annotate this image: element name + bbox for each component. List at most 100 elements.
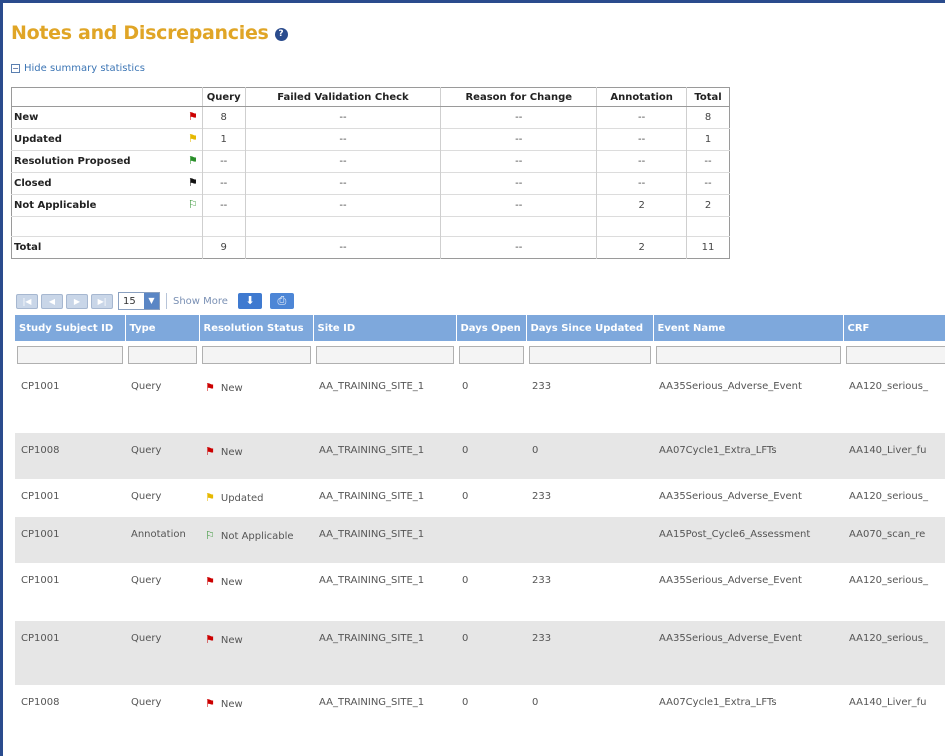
summary-cell: -- (686, 150, 730, 173)
page-content: Notes and Discrepancies ? − Hide summary… (11, 0, 945, 756)
cell-status: New (220, 699, 243, 710)
next-page-button[interactable]: ▶ (66, 293, 88, 309)
filter-subject-id[interactable] (17, 346, 123, 364)
grid-toolbar: |◀ ◀ ▶ ▶| 15 ▼ Show More ⬇ ⎙ (16, 290, 302, 312)
column-header-days-open[interactable]: Days Open (456, 315, 527, 341)
column-header-site-id[interactable]: Site ID (313, 315, 457, 341)
first-page-button[interactable]: |◀ (16, 293, 38, 309)
summary-cell: -- (244, 150, 441, 173)
cell-event-name: AA07Cycle1_Extra_LFTs (659, 697, 777, 708)
filter-days-open[interactable] (458, 346, 524, 364)
outline-flag-icon: ⚐ (187, 198, 198, 211)
column-header-event-name[interactable]: Event Name (653, 315, 844, 341)
summary-cell[interactable]: 2 (596, 236, 687, 259)
column-header-days-since-updated[interactable]: Days Since Updated (526, 315, 654, 341)
page-size-select[interactable]: 15 ▼ (118, 292, 160, 310)
table-row[interactable]: CP1001 Annotation ⚐ Not Applicable AA_TRA… (15, 517, 945, 563)
cell-crf: AA120_serious_ (843, 621, 945, 685)
cell-days-open: 0 (462, 491, 469, 502)
cell-site-id: AA_TRAINING_SITE_1 (319, 697, 425, 708)
summary-cell: -- (244, 236, 441, 259)
filter-days-since-updated[interactable] (528, 346, 651, 364)
table-row[interactable]: CP1001 Query ⚑ New AA_TRAINING_SITE_1 0 2… (15, 563, 945, 621)
cell-subject-id: CP1001 (15, 621, 125, 685)
cell-days-updated: 233 (526, 621, 653, 685)
cell-event-name: AA35Serious_Adverse_Event (659, 491, 802, 502)
summary-row-updated: Updated ⚑ 1 -- -- -- 1 (11, 128, 730, 151)
cell-subject-id: CP1008 (15, 433, 125, 479)
filter-crf[interactable] (845, 346, 945, 364)
column-header-subject-id[interactable]: Study Subject ID (15, 315, 126, 341)
column-header-resolution-status[interactable]: Resolution Status (199, 315, 314, 341)
cell-site-id: AA_TRAINING_SITE_1 (319, 575, 425, 586)
summary-label-not-applicable: Not Applicable (14, 200, 97, 211)
cell-crf: AA140_Liver_fu (849, 697, 927, 708)
summary-cell: -- (244, 106, 441, 129)
outline-flag-icon: ⚐ (205, 529, 215, 542)
cell-days-open: 0 (456, 621, 526, 685)
last-page-button[interactable]: ▶| (91, 293, 113, 309)
cell-event-name: AA35Serious_Adverse_Event (659, 575, 802, 586)
cell-days-open: 0 (456, 433, 526, 479)
summary-cell[interactable]: 2 (596, 194, 687, 217)
table-row[interactable]: CP1001 Query ⚑ Updated AA_TRAINING_SITE_1… (15, 479, 945, 517)
table-row[interactable]: CP1001 Query ⚑ New AA_TRAINING_SITE_1 0 2… (15, 621, 945, 685)
summary-label-updated: Updated (14, 134, 62, 145)
cell-days-updated: 0 (532, 697, 539, 708)
summary-cell[interactable]: 1 (201, 128, 246, 151)
summary-cell: -- (596, 128, 687, 151)
black-flag-icon: ⚑ (187, 176, 198, 189)
table-row[interactable]: CP1008 Query ⚑ New AA_TRAINING_SITE_1 0 0… (15, 433, 945, 479)
filter-event-name[interactable] (655, 346, 841, 364)
show-more-link[interactable]: Show More (173, 296, 228, 307)
summary-cell: -- (596, 106, 687, 129)
cell-type: Query (131, 697, 162, 708)
discrepancy-grid: Study Subject ID Type Resolution Status … (15, 315, 945, 741)
collapse-icon: − (11, 64, 20, 73)
chevron-down-icon: ▼ (144, 293, 159, 309)
cell-type: Query (131, 575, 162, 586)
summary-cell: -- (440, 128, 597, 151)
summary-cell[interactable]: 8 (201, 106, 246, 129)
summary-cell[interactable]: 1 (686, 128, 730, 151)
summary-cell[interactable]: 9 (201, 236, 246, 259)
summary-cell: -- (201, 172, 246, 195)
prev-page-button[interactable]: ◀ (41, 293, 63, 309)
red-flag-icon: ⚑ (205, 575, 215, 588)
cell-days-updated: 233 (532, 381, 552, 392)
grid-header-row: Study Subject ID Type Resolution Status … (15, 315, 945, 341)
table-row[interactable]: CP1008 Query ⚑ New AA_TRAINING_SITE_1 0 0… (15, 685, 945, 741)
summary-row-closed: Closed ⚑ -- -- -- -- -- (11, 172, 730, 195)
summary-cell: -- (686, 172, 730, 195)
download-icon[interactable]: ⬇ (237, 293, 262, 309)
summary-cell: -- (440, 172, 597, 195)
summary-label-resolution-proposed: Resolution Proposed (14, 156, 131, 167)
cell-event-name: AA15Post_Cycle6_Assessment (653, 517, 843, 563)
summary-cell[interactable]: 11 (686, 236, 730, 259)
cell-site-id: AA_TRAINING_SITE_1 (319, 491, 425, 502)
summary-cell: -- (440, 194, 597, 217)
column-header-type[interactable]: Type (125, 315, 200, 341)
hide-summary-toggle[interactable]: − Hide summary statistics (11, 63, 145, 74)
help-icon[interactable]: ? (274, 28, 288, 41)
filter-resolution-status[interactable] (201, 346, 311, 364)
summary-row-not-applicable: Not Applicable ⚐ -- -- -- 2 2 (11, 194, 730, 217)
print-icon[interactable]: ⎙ (269, 293, 294, 309)
window-left-border (0, 0, 3, 756)
summary-cell[interactable]: 8 (686, 106, 730, 129)
summary-header-reason-change: Reason for Change (440, 87, 597, 107)
column-header-crf[interactable]: CRF (843, 315, 945, 341)
filter-site-id[interactable] (315, 346, 454, 364)
page-title: Notes and Discrepancies (11, 22, 269, 44)
toolbar-divider (166, 293, 167, 309)
cell-subject-id: CP1001 (21, 491, 60, 502)
yellow-flag-icon: ⚑ (205, 491, 215, 504)
summary-cell[interactable]: 2 (686, 194, 730, 217)
cell-crf: AA120_serious_ (849, 575, 928, 586)
cell-crf: AA120_serious_ (849, 381, 928, 392)
cell-type: Query (125, 621, 199, 685)
cell-status: New (220, 635, 243, 646)
filter-type[interactable] (127, 346, 197, 364)
table-row[interactable]: CP1001 Query ⚑ New AA_TRAINING_SITE_1 0 2… (15, 369, 945, 433)
summary-cell: -- (201, 194, 246, 217)
